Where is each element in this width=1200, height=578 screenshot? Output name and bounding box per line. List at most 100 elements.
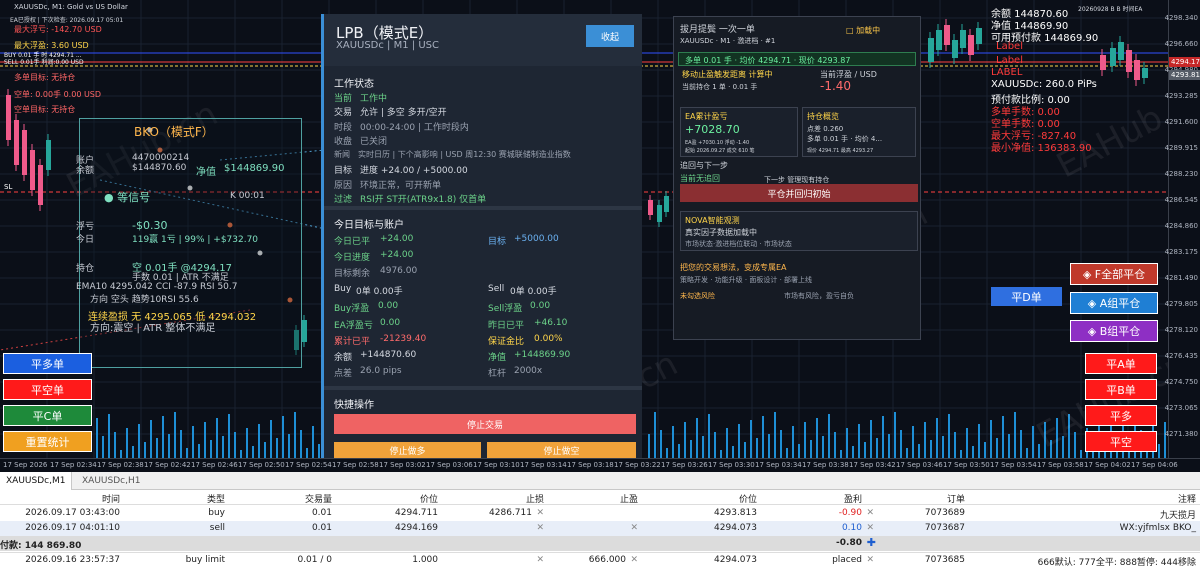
cancel-order-icon[interactable]: ✕ [866,555,874,565]
volume-bar [996,438,998,458]
close-d-button[interactable]: 平D单 [991,287,1062,306]
time-tick-label: 17 Sep 03:38 [802,461,849,469]
time-axis[interactable]: 17 Sep 2026 17 Sep 02:34 17 Sep 02:38 17 Se… [0,458,1200,472]
close-short-single-button[interactable]: 平空单 [3,379,92,400]
sl-clear-icon[interactable]: ✕ [536,508,544,518]
table-row[interactable]: 2026.09.16 23:57:37 buy limit 0.01 / 0 1… [0,552,1200,568]
f-close-all-button[interactable]: ◈ F全部平仓 [1070,263,1158,285]
volume-bar [648,434,650,458]
row-order: 7073687 [924,523,965,533]
ea-profit-value: +7028.70 [685,123,740,136]
row-order: 7073689 [924,508,965,518]
volume-bar [930,440,932,458]
period-value: 00:00-24:00 | 工作时段内 [360,123,469,133]
trace-label: 追回与下一步 [680,161,728,170]
bko-equity-label: 净值 [196,167,216,178]
volume-bar [708,414,710,458]
close-c-single-button[interactable]: 平C单 [3,405,92,426]
volume-bar [1002,416,1004,458]
tab-xauusdc-m1[interactable]: XAUUSDc,M1 [0,472,73,490]
close-b-single-button[interactable]: 平B单 [1085,379,1157,400]
price-chart[interactable]: XAUUSDc, M1: Gold vs US Dollar EA已授权 | 下… [0,0,1200,458]
row-sl[interactable]: 4286.711 [489,508,532,518]
tp-clear-icon[interactable]: ✕ [630,555,638,565]
volume-bar [228,414,230,458]
ea-panel[interactable]: 拔月提鬓 一次一单 □ 加载中 XAUUSDc · M1 · 激进档 · #1 … [673,16,921,340]
a-close-button[interactable]: ◈ A组平仓 [1070,292,1158,314]
eq-value: +144869.90 [514,350,571,360]
volume-bar [984,442,986,458]
target-label: 目标 [334,166,353,176]
col-volume[interactable]: 交易量 [305,492,332,505]
close-a-single-button[interactable]: 平A单 [1085,353,1157,374]
close-long-single-button[interactable]: 平多单 [3,353,92,374]
row-type: buy limit [185,555,225,565]
quick-title: 快捷操作 [334,400,374,411]
volume-bar [732,446,734,458]
col-price[interactable]: 价位 [420,492,438,505]
stop-long-button[interactable]: 停止做多 [334,442,481,458]
time-tick-label: 17 Sep 03:42 [849,461,896,469]
col-sl[interactable]: 止损 [526,492,544,505]
bko-wait-signal-text: 等信号 [117,191,151,204]
table-row[interactable]: 2026.09.17 03:43:00 buy 0.01 4294.711 42… [0,506,1200,521]
b-close-button[interactable]: ◈ B组平仓 [1070,320,1158,342]
bko-panel[interactable]: BKO（模式F） 账户 4470000214 余额 $144870.60 净值 … [76,118,302,368]
sell-label: Sell [488,284,505,294]
rp-move-label: 移动止盈触发距离 计算中 [682,70,773,79]
trade-table[interactable]: 时间 类型 交易量 价位 止损 止盈 价位 盈利 订单 注释 2026.09.1… [0,490,1200,578]
volume-bar [702,436,704,458]
lpb-panel[interactable]: LPB（模式E） XAUUSDc | M1 | USC 收起 工作状态 当前 工… [321,14,642,458]
sl-clear-icon[interactable]: ✕ [536,523,544,533]
stop-short-button[interactable]: 停止做空 [487,442,636,458]
today-closed-label: 今日已平 [334,237,371,247]
volume-bar [870,420,872,458]
volume-bar [1026,448,1028,458]
rp-sub: XAUUSDc · M1 · 激进档 · #1 [680,37,776,45]
collapse-button[interactable]: 收起 [586,25,634,47]
time-tick-label: 17 Sep 03:30 [708,461,755,469]
volume-bar [990,420,992,458]
bko-float-label: 浮亏 [76,222,95,232]
total-label: 累计已平 [334,337,371,347]
candle-body [1100,55,1106,70]
col-order[interactable]: 订单 [947,492,965,505]
col-comment[interactable]: 注释 [1178,492,1196,505]
volume-bar [312,426,314,458]
volume-bar [204,422,206,458]
close-long-button[interactable]: 平多 [1085,405,1157,426]
time-tick-label: 17 Sep 03:06 [426,461,473,469]
close-position-icon[interactable]: ✕ [866,523,874,533]
close-position-icon[interactable]: ✕ [866,508,874,518]
col-cur[interactable]: 价位 [739,492,757,505]
col-tp[interactable]: 止盈 [620,492,638,505]
col-time[interactable]: 时间 [102,492,120,505]
volume-bar [132,446,134,458]
reset-stats-button[interactable]: 重置统计 [3,431,92,452]
col-profit[interactable]: 盈利 [844,492,862,505]
today-progress-value: +24.00 [380,250,414,260]
volume-bar [258,424,260,458]
sl-clear-icon[interactable]: ✕ [536,555,544,565]
lpb-header: LPB（模式E） XAUUSDc | M1 | USC 收起 [324,14,642,66]
volume-bar [162,416,164,458]
stop-trade-button[interactable]: 停止交易 [334,414,636,434]
table-row[interactable]: 2026.09.17 04:01:10 sell 0.01 4294.169 ✕… [0,521,1200,536]
candle-body [952,40,958,58]
risk-warn[interactable]: 未勾选风险 [680,291,715,301]
tp-clear-icon[interactable]: ✕ [630,523,638,533]
price-axis[interactable]: 4298.3404296.6604294.9804293.2854291.600… [1164,0,1200,458]
ask-price-tag: 4294.171 [1169,57,1200,67]
col-type[interactable]: 类型 [207,492,225,505]
close-short-button[interactable]: 平空 [1085,431,1157,452]
volume-bar [744,442,746,458]
close-reset-button[interactable]: 平仓并回归初始 [680,184,918,202]
volume-bar [120,450,122,458]
price-tick-label: 4289.915 [1164,144,1198,152]
add-icon[interactable]: ✚ [867,536,876,549]
volume-bar [288,434,290,458]
tab-xauusdc-h1[interactable]: XAUUSDc,H1 [76,472,146,490]
volume-bar [942,436,944,458]
volume-bar [270,420,272,458]
volume-bar [900,430,902,458]
